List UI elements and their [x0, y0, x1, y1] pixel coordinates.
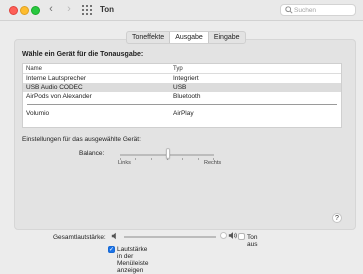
title-bar: ‹ › Ton — [0, 0, 363, 21]
device-name: USB Audio CODEC — [26, 84, 83, 91]
table-row[interactable]: Interne Lautsprecher Integriert — [23, 74, 341, 83]
table-header: Name Typ — [23, 64, 341, 74]
menubar-volume-label: Lautstärke in der Menüleiste anzeigen — [117, 246, 149, 274]
table-row[interactable]: AirPods von Alexander Bluetooth — [23, 92, 341, 101]
table-row[interactable]: Volumio AirPlay — [23, 109, 341, 118]
search-field[interactable] — [280, 4, 356, 16]
balance-left-label: Links — [118, 160, 131, 166]
table-row-selected[interactable]: USB Audio CODEC USB — [23, 83, 341, 92]
device-type: Bluetooth — [173, 93, 201, 100]
column-header-name[interactable]: Name — [26, 66, 42, 72]
device-name: Volumio — [26, 110, 50, 117]
output-device-table: Name Typ Interne Lautsprecher Integriert… — [22, 63, 342, 128]
minimize-button[interactable] — [20, 6, 29, 15]
speaker-low-icon — [111, 232, 116, 240]
balance-tick — [135, 158, 136, 160]
device-name: AirPods von Alexander — [26, 93, 92, 100]
balance-slider-knob[interactable] — [166, 148, 170, 159]
speaker-high-icon — [228, 232, 237, 239]
row-separator — [27, 104, 337, 105]
tab-eingabe[interactable]: Eingabe — [209, 32, 245, 43]
device-name: Interne Lautsprecher — [26, 75, 86, 82]
volume-slider-track[interactable] — [124, 236, 216, 238]
search-icon — [285, 6, 293, 14]
tab-ausgabe[interactable]: Ausgabe — [169, 32, 209, 43]
help-button[interactable]: ? — [332, 213, 342, 223]
device-type: USB — [173, 84, 187, 91]
forward-chevron-icon[interactable]: › — [63, 3, 75, 16]
tab-toneffekte[interactable]: Toneffekte — [127, 32, 169, 43]
device-type: AirPlay — [173, 110, 194, 117]
window-title: Ton — [100, 5, 115, 14]
balance-right-label: Rechts — [204, 160, 222, 166]
volume-label: Gesamtlautstärke: — [53, 234, 106, 241]
back-chevron-icon[interactable]: ‹ — [45, 3, 57, 16]
balance-tick — [151, 158, 152, 160]
output-heading: Wähle ein Gerät für die Tonausgabe: — [22, 51, 144, 58]
balance-tick — [182, 158, 183, 160]
tab-bar: Toneffekte Ausgabe Eingabe — [126, 31, 246, 44]
balance-tick — [198, 158, 199, 160]
balance-label: Balance: — [79, 150, 105, 157]
device-type: Integriert — [173, 75, 199, 82]
volume-slider-knob[interactable] — [220, 232, 227, 239]
close-button[interactable] — [9, 6, 18, 15]
mute-checkbox[interactable] — [238, 233, 245, 240]
search-input[interactable] — [294, 5, 354, 15]
mute-label: Ton aus — [247, 234, 258, 248]
show-all-grid-icon[interactable] — [82, 5, 92, 15]
zoom-button[interactable] — [31, 6, 40, 15]
column-header-type[interactable]: Typ — [173, 66, 183, 72]
device-settings-heading: Einstellungen für das ausgewählte Gerät: — [22, 136, 141, 143]
